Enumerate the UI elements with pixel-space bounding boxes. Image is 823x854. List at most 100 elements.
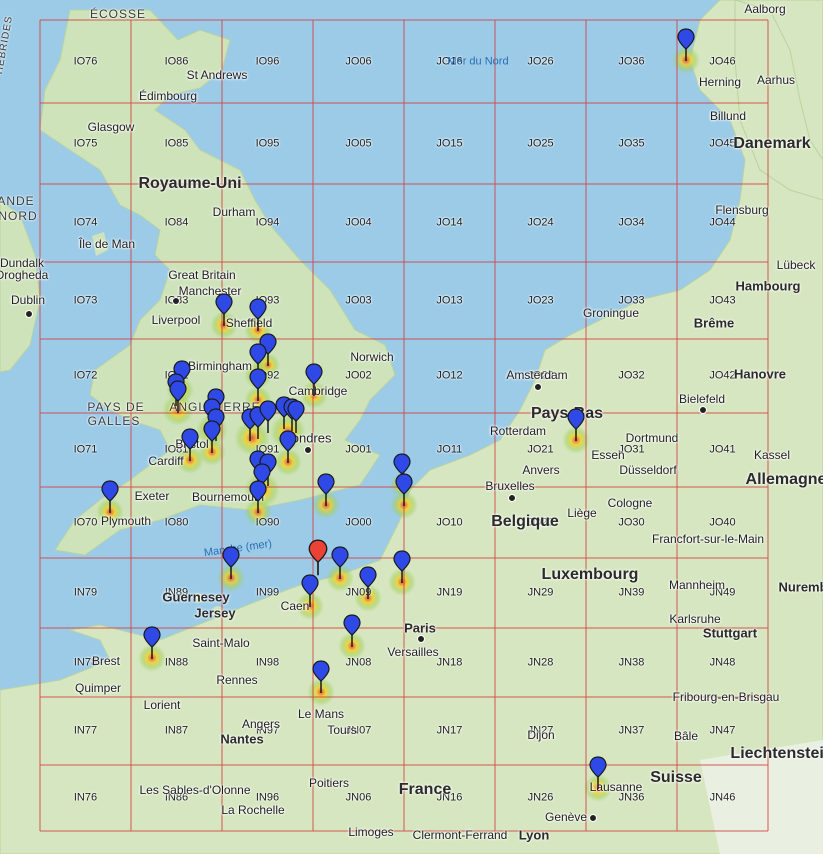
location-marker-icon[interactable] xyxy=(391,549,413,591)
place-label: Rennes xyxy=(216,673,258,687)
grid-square-label: JN17 xyxy=(436,724,463,737)
place-label: Lyon xyxy=(518,827,550,843)
place-label: Essen xyxy=(591,448,625,462)
grid-square-label: JN26 xyxy=(527,791,554,804)
location-marker-icon[interactable] xyxy=(310,659,332,701)
grid-square-label: IO73 xyxy=(73,294,98,306)
location-marker-icon[interactable] xyxy=(277,429,299,471)
grid-square-label: JO05 xyxy=(345,137,372,149)
place-label: Genève xyxy=(544,810,588,824)
place-label: Nuremb xyxy=(778,579,823,595)
grid-square-label: JO11 xyxy=(436,443,463,456)
grid-square-label: IO70 xyxy=(73,516,98,528)
selected-location-marker-icon[interactable] xyxy=(305,538,331,584)
grid-square-label: JO45 xyxy=(709,137,736,149)
location-marker-icon[interactable] xyxy=(141,625,163,667)
place-label: Exeter xyxy=(134,489,170,503)
grid-square-label: IN99 xyxy=(255,586,280,599)
grid-square-label: IO86 xyxy=(164,55,189,67)
grid-square-label: IO84 xyxy=(164,216,189,229)
place-label: Dortmund xyxy=(625,431,679,445)
place-label: Paris xyxy=(404,620,436,636)
place-label: Royaume-Uni xyxy=(138,175,242,192)
grid-square-label: JN47 xyxy=(709,724,736,737)
location-marker-icon[interactable] xyxy=(99,479,121,521)
grid-square-label: JO04 xyxy=(345,216,372,229)
map-view[interactable]: IO76 IO86 IO96 JO06 JO16 JO26 JO36 JO46 IO75 IO85… xyxy=(0,0,823,854)
grid-square-label: JN46 xyxy=(709,791,736,804)
grid-square-label: IO94 xyxy=(255,216,280,229)
place-label: Quimper xyxy=(74,681,122,695)
grid-square-label: JO41 xyxy=(709,443,736,456)
grid-square-label: JN38 xyxy=(618,656,645,668)
location-marker-icon[interactable] xyxy=(213,292,235,334)
grid-square-label: IO95 xyxy=(255,137,280,149)
location-marker-icon[interactable] xyxy=(565,407,587,449)
grid-square-label: JO44 xyxy=(709,216,736,229)
location-marker-icon[interactable] xyxy=(303,362,325,404)
grid-square-label: IO80 xyxy=(164,516,189,528)
grid-square-label: JO34 xyxy=(618,216,645,229)
location-marker-icon[interactable] xyxy=(587,755,609,797)
location-marker-icon[interactable] xyxy=(675,27,697,69)
grid-square-label: IN76 xyxy=(73,791,98,804)
place-label: Flensburg xyxy=(715,203,769,217)
grid-square-label: JO10 xyxy=(436,516,463,528)
place-label: Les Sables-d'Olonne xyxy=(139,783,251,797)
location-marker-icon[interactable] xyxy=(341,613,363,655)
location-marker-icon[interactable] xyxy=(247,479,269,521)
grid-square-label: JO03 xyxy=(345,294,372,306)
location-marker-icon[interactable] xyxy=(167,379,189,421)
grid-square-label: JN06 xyxy=(345,791,372,804)
place-label: GALLES xyxy=(87,414,141,428)
location-marker-icon[interactable] xyxy=(315,472,337,514)
grid-square-label: JO46 xyxy=(709,55,736,67)
city-dot xyxy=(589,814,597,822)
grid-square-label: IO72 xyxy=(73,369,98,382)
place-label: Groningue xyxy=(582,306,640,320)
place-label: NORD xyxy=(0,209,38,223)
place-label: Cologne xyxy=(607,496,653,510)
location-marker-icon[interactable] xyxy=(329,545,351,587)
place-label: Poitiers xyxy=(308,776,350,790)
grid-square-label: JO23 xyxy=(527,294,554,306)
place-label: Aarhus xyxy=(756,73,796,87)
city-dot xyxy=(534,383,542,391)
city-dot xyxy=(172,297,180,305)
grid-square-label: JO24 xyxy=(527,216,554,229)
grid-square-label: JN39 xyxy=(618,586,645,599)
place-label: Lorient xyxy=(143,698,181,712)
grid-square-label: JO43 xyxy=(709,294,736,306)
location-marker-icon[interactable] xyxy=(201,419,223,461)
place-label: Aalborg xyxy=(744,2,786,16)
grid-square-label: JO01 xyxy=(345,443,372,456)
place-label: Dublin xyxy=(10,293,46,307)
grid-square-label: JO42 xyxy=(709,369,736,382)
place-label: Angers xyxy=(241,717,281,731)
grid-square-label: JO26 xyxy=(527,55,554,67)
place-label: Lübeck xyxy=(776,258,816,272)
grid-square-label: IN88 xyxy=(164,656,189,668)
city-dot xyxy=(417,635,425,643)
location-marker-icon[interactable] xyxy=(393,472,415,514)
place-label: PAYS DE xyxy=(87,400,145,414)
grid-square-label: IN98 xyxy=(255,656,280,668)
grid-square-label: IN96 xyxy=(255,791,280,804)
grid-square-label: IO96 xyxy=(255,55,280,67)
place-label: Rotterdam xyxy=(489,424,547,438)
location-marker-icon[interactable] xyxy=(179,427,201,469)
grid-square-label: IN77 xyxy=(73,724,98,737)
place-label: Karlsruhe xyxy=(669,612,721,626)
place-label: Fribourg-en-Brisgau xyxy=(672,690,780,704)
place-label: Amsterdam xyxy=(506,368,568,382)
place-label: Stuttgart xyxy=(702,625,758,641)
place-label: Norwich xyxy=(350,350,394,364)
location-marker-icon[interactable] xyxy=(220,545,242,587)
place-label: Nantes xyxy=(220,731,264,747)
place-label: Versailles xyxy=(387,645,439,659)
place-label: Düsseldorf xyxy=(619,463,677,477)
location-marker-icon[interactable] xyxy=(357,565,379,607)
grid-square-label: JO02 xyxy=(345,369,372,382)
place-label: Suisse xyxy=(650,769,702,786)
grid-square-label: JN19 xyxy=(436,586,463,599)
